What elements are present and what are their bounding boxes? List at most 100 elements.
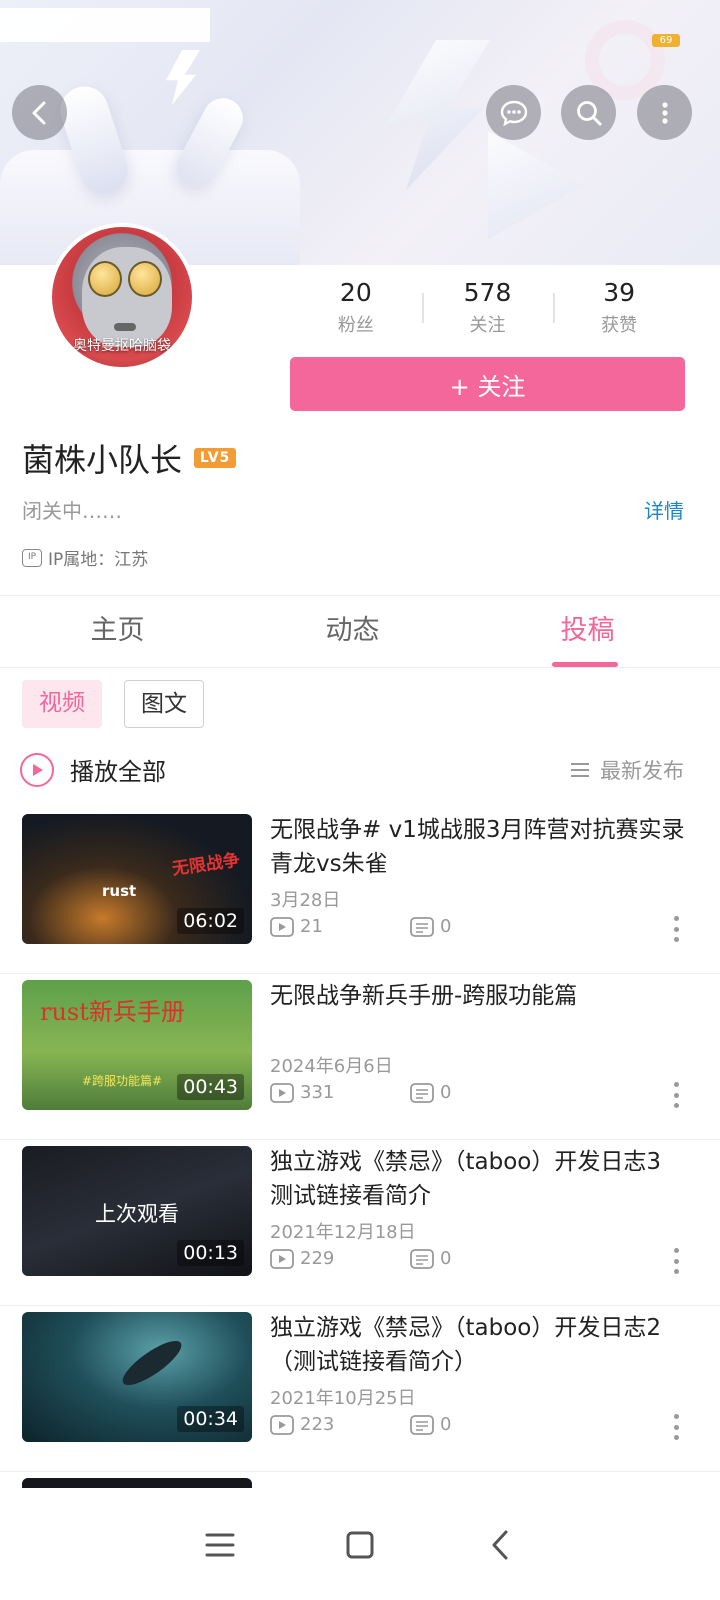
- video-date: 2021年12月18日: [270, 1222, 416, 1243]
- divider: [0, 595, 720, 596]
- system-back-button[interactable]: [470, 1515, 530, 1575]
- follow-button[interactable]: + 关注: [290, 357, 685, 411]
- list-icon: [571, 763, 589, 777]
- bio-text: 闭关中……: [22, 499, 122, 523]
- comment-count: 0: [440, 1248, 452, 1269]
- thumbnail-text: 无限战争: [170, 850, 242, 880]
- banner-decoration: [388, 40, 490, 190]
- video-date: 2024年6月6日: [270, 1056, 393, 1077]
- name-row: 菌株小队长 LV5: [22, 435, 237, 481]
- video-thumbnail[interactable]: 无限战争 rust 06:02: [22, 814, 252, 944]
- sort-button[interactable]: 最新发布: [570, 755, 684, 785]
- tab-uploads[interactable]: 投稿: [470, 598, 705, 667]
- banner-decoration: [166, 50, 200, 105]
- video-date: 3月28日: [270, 890, 341, 911]
- stat-value: 39: [603, 278, 636, 307]
- stat-following[interactable]: 578 关注: [421, 275, 554, 345]
- video-meta: 223 0: [270, 1414, 550, 1435]
- comment-count: 0: [440, 1414, 452, 1435]
- last-watched-overlay: 上次观看: [95, 1202, 179, 1226]
- thumbnail-text: #跨服功能篇#: [82, 1074, 163, 1088]
- stat-label: 获赞: [601, 315, 638, 336]
- sort-label: 最新发布: [600, 759, 684, 783]
- more-options-button[interactable]: [637, 85, 692, 140]
- comment-count: 0: [440, 1082, 452, 1103]
- list-item[interactable]: 无限战争 rust 06:02 无限战争# v1城战服3月阵营对抗赛实录 青龙v…: [0, 808, 720, 974]
- play-circle-icon: [20, 752, 54, 787]
- more-vertical-icon[interactable]: [674, 1082, 680, 1108]
- ip-icon: IP: [22, 548, 42, 567]
- ip-location-text: IP属地：江苏: [48, 550, 149, 570]
- stat-value: 20: [339, 278, 372, 307]
- stat-likes[interactable]: 39 获赞: [553, 275, 685, 345]
- stat-label: 粉丝: [337, 315, 374, 336]
- play-count-icon: [270, 1414, 294, 1435]
- comment-icon: [410, 916, 434, 937]
- recent-apps-button[interactable]: [190, 1515, 250, 1575]
- chevron-left-icon: [492, 1530, 508, 1560]
- video-duration: 00:43: [177, 1074, 244, 1100]
- video-date: 2021年10月25日: [270, 1388, 416, 1409]
- play-all-label: 播放全部: [70, 758, 166, 786]
- filter-image-text[interactable]: 图文: [124, 680, 204, 728]
- comment-icon: [410, 1248, 434, 1269]
- banner-decoration: [488, 131, 584, 239]
- play-count: 331: [300, 1082, 335, 1103]
- video-title[interactable]: 无限战争新兵手册-跨服功能篇: [270, 979, 690, 1013]
- play-count: 21: [300, 916, 323, 937]
- thumbnail-text: rust: [102, 882, 137, 900]
- list-item[interactable]: 00:34 独立游戏《禁忌》（taboo）开发日志2（测试链接看简介） 2021…: [0, 1306, 720, 1472]
- back-button[interactable]: [12, 85, 67, 140]
- list-item[interactable]: rust新兵手册 #跨服功能篇# 00:43 无限战争新兵手册-跨服功能篇 20…: [0, 974, 720, 1140]
- play-count-icon: [270, 1248, 294, 1269]
- stat-value: 578: [463, 278, 512, 307]
- video-duration: 00:34: [177, 1406, 244, 1432]
- video-thumbnail[interactable]: rust新兵手册 #跨服功能篇# 00:43: [22, 980, 252, 1110]
- avatar[interactable]: 奥特曼抠哈脑袋: [48, 223, 196, 371]
- menu-icon: [205, 1533, 235, 1557]
- comment-count: 0: [440, 916, 452, 937]
- more-vertical-icon[interactable]: [674, 1248, 680, 1274]
- video-thumbnail[interactable]: [22, 1478, 252, 1488]
- tab-dynamic[interactable]: 动态: [235, 598, 470, 667]
- video-meta: 229 0: [270, 1248, 550, 1269]
- status-bar-left: [0, 8, 210, 42]
- status-bar-right: 69: [652, 34, 680, 47]
- video-meta: 331 0: [270, 1082, 550, 1103]
- message-button[interactable]: [486, 85, 541, 140]
- video-thumbnail[interactable]: 00:34: [22, 1312, 252, 1442]
- username: 菌株小队长: [22, 441, 183, 479]
- stat-label: 关注: [469, 315, 506, 336]
- comment-icon: [410, 1082, 434, 1103]
- video-meta: 21 0: [270, 916, 550, 937]
- play-count-icon: [270, 1082, 294, 1103]
- video-list: 无限战争 rust 06:02 无限战争# v1城战服3月阵营对抗赛实录 青龙v…: [0, 808, 720, 1472]
- home-button[interactable]: [330, 1515, 390, 1575]
- search-button[interactable]: [561, 85, 616, 140]
- thumbnail-text: rust新兵手册: [40, 998, 185, 1026]
- video-title[interactable]: 独立游戏《禁忌》（taboo）开发日志2（测试链接看简介）: [270, 1311, 690, 1379]
- video-title[interactable]: 独立游戏《禁忌》（taboo）开发日志3 测试链接看简介: [270, 1145, 690, 1213]
- detail-link[interactable]: 详情: [644, 495, 684, 524]
- video-thumbnail[interactable]: 上次观看 00:13: [22, 1146, 252, 1276]
- square-icon: [346, 1531, 374, 1559]
- tab-home[interactable]: 主页: [0, 598, 235, 667]
- video-duration: 06:02: [177, 908, 244, 934]
- ip-location: IP IP属地：江苏: [22, 545, 148, 570]
- profile-stats: 20 粉丝 578 关注 39 获赞: [290, 275, 685, 345]
- avatar-caption: 奥特曼抠哈脑袋: [73, 338, 171, 354]
- play-count-icon: [270, 916, 294, 937]
- play-count: 223: [300, 1414, 335, 1435]
- play-all-button[interactable]: 播放全部: [20, 752, 166, 787]
- more-vertical-icon: [661, 101, 668, 124]
- more-vertical-icon[interactable]: [674, 1414, 680, 1440]
- profile-tabs: 主页 动态 投稿: [0, 598, 720, 668]
- video-title[interactable]: 无限战争# v1城战服3月阵营对抗赛实录 青龙vs朱雀: [270, 813, 690, 881]
- search-icon: [576, 100, 601, 125]
- list-item[interactable]: 上次观看 00:13 独立游戏《禁忌》（taboo）开发日志3 测试链接看简介 …: [0, 1140, 720, 1306]
- stat-fans[interactable]: 20 粉丝: [290, 275, 422, 345]
- filter-video[interactable]: 视频: [22, 680, 102, 728]
- more-vertical-icon[interactable]: [674, 916, 680, 942]
- level-badge: LV5: [194, 448, 237, 468]
- chat-icon: [500, 100, 527, 126]
